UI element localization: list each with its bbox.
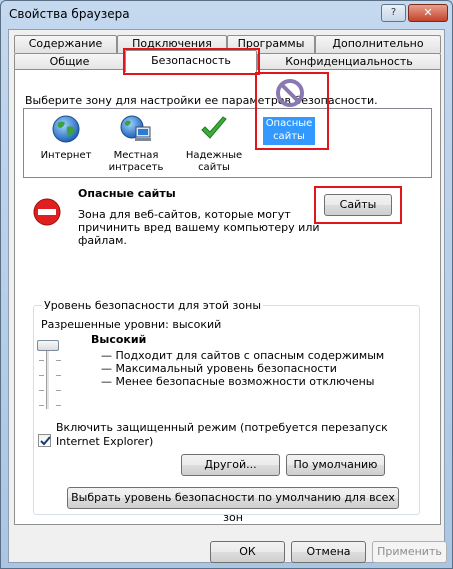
title-bar[interactable]: Свойства браузера ? ✕: [1, 1, 452, 27]
slider-tick: [39, 375, 44, 376]
globe-icon: [52, 115, 80, 143]
no-entry-icon: [33, 198, 61, 226]
protected-mode-label-2: Internet Explorer): [56, 435, 154, 448]
window-title: Свойства браузера: [9, 7, 130, 21]
restricted-icon: [276, 79, 304, 107]
help-button[interactable]: ?: [381, 4, 406, 22]
zone-restricted-label-1: Опасные: [265, 118, 313, 129]
zone-restricted-label-2: сайты: [273, 131, 305, 142]
custom-level-button[interactable]: Другой...: [181, 454, 280, 476]
level-detail-1: — Подходит для сайтов с опасным содержим…: [101, 349, 385, 362]
ok-button[interactable]: ОК: [210, 541, 285, 563]
level-detail-3: — Менее безопасные возможности отключены: [101, 375, 375, 388]
level-name: Высокий: [91, 333, 147, 346]
apply-button[interactable]: Применить: [372, 541, 447, 563]
cancel-button[interactable]: Отмена: [291, 541, 366, 563]
zone-intranet-label-1: Местная: [113, 150, 159, 161]
zone-internet[interactable]: Интернет: [37, 114, 95, 174]
slider-tick: [39, 360, 44, 361]
dialog-window: Свойства браузера ? ✕ Содержание Подключ…: [0, 0, 453, 569]
tab-content[interactable]: Содержание: [14, 35, 117, 53]
close-button[interactable]: ✕: [408, 4, 448, 22]
zone-restricted-label: Опасные сайты: [263, 117, 315, 145]
protected-mode-label-1: Включить защищенный режим (потребуется п…: [56, 421, 388, 434]
slider-tick: [39, 405, 44, 406]
level-detail-2: — Максимальный уровень безопасности: [101, 362, 337, 375]
zone-prompt: Выберите зону для настройки ее параметро…: [25, 94, 378, 107]
protected-mode-checkbox[interactable]: [38, 434, 51, 447]
zone-local-intranet[interactable]: Местная интрасеть: [105, 114, 167, 174]
zone-title: Опасные сайты: [78, 187, 176, 200]
allowed-levels: Разрешенные уровни: высокий: [41, 318, 222, 331]
slider-tick: [56, 360, 61, 361]
intranet-icon: [120, 115, 151, 141]
check-icon: [40, 436, 51, 446]
zone-desc-1: Зона для веб-сайтов, которые могут: [78, 208, 291, 221]
security-panel: Выберите зону для настройки ее параметро…: [14, 69, 441, 525]
zone-desc-3: файлам.: [78, 234, 127, 247]
tab-advanced[interactable]: Дополнительно: [315, 35, 441, 53]
slider-tick: [56, 405, 61, 406]
dialog-client: Содержание Подключения Программы Дополни…: [8, 29, 447, 563]
zone-intranet-label-2: интрасеть: [108, 162, 164, 173]
slider-tick: [56, 375, 61, 376]
zone-trusted-label-2: сайты: [198, 162, 230, 173]
tab-security[interactable]: Безопасность: [125, 50, 257, 72]
security-slider-track[interactable]: [46, 347, 50, 409]
sites-button[interactable]: Сайты: [324, 194, 392, 216]
security-level-title: Уровень безопасности для этой зоны: [42, 299, 263, 312]
reset-all-zones-button[interactable]: Выбрать уровень безопасности по умолчани…: [67, 487, 399, 524]
default-level-button[interactable]: По умолчанию: [286, 454, 385, 476]
slider-tick: [39, 390, 44, 391]
security-slider-thumb[interactable]: [37, 340, 59, 351]
zone-trusted-label-1: Надежные: [185, 150, 243, 161]
zone-trusted-sites[interactable]: Надежные сайты: [183, 114, 245, 174]
slider-tick: [56, 390, 61, 391]
checkmark-icon: [201, 116, 227, 139]
zone-desc-2: причинить вред вашему компьютеру или: [78, 221, 320, 234]
zone-internet-label: Интернет: [40, 150, 92, 161]
